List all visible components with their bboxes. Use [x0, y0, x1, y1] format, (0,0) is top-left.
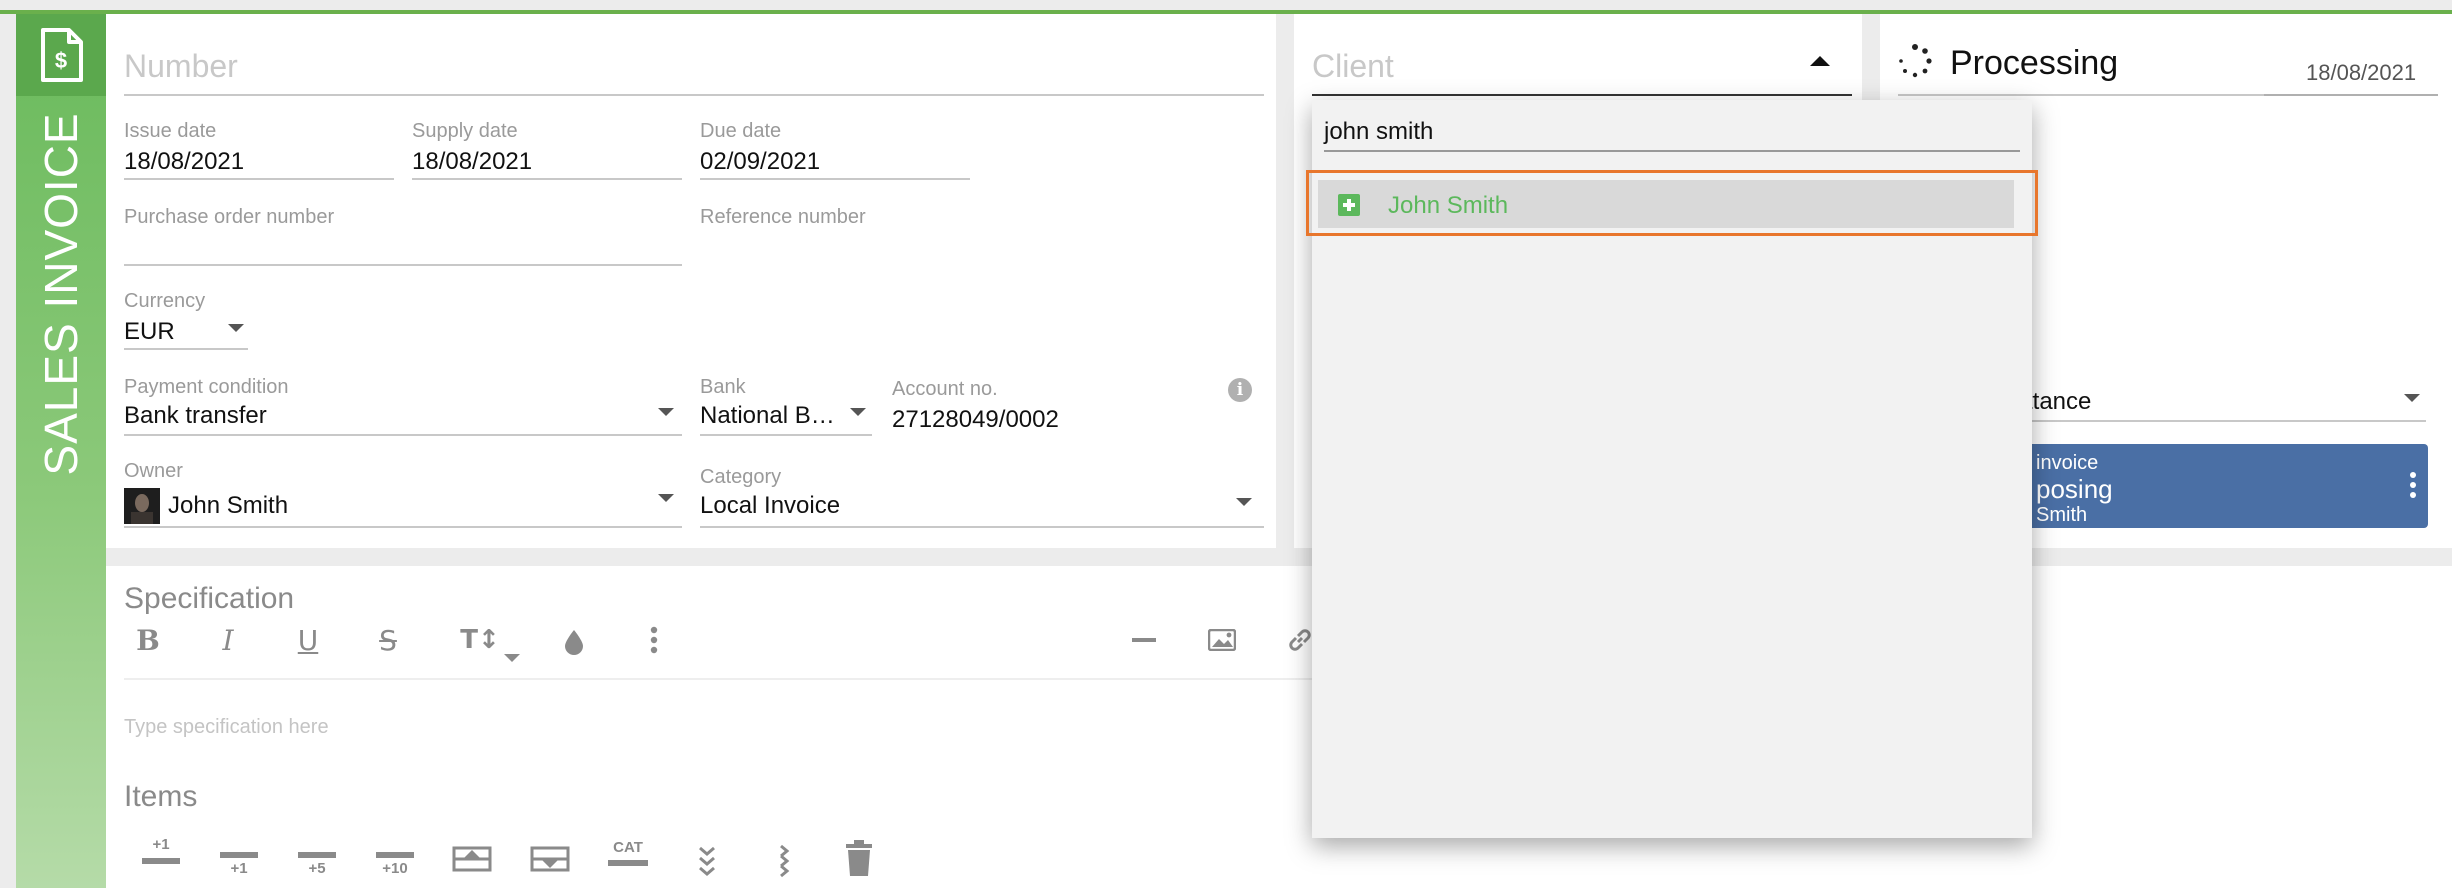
image-icon[interactable] [1200, 622, 1244, 658]
more-vertical-icon[interactable] [636, 622, 672, 658]
currency-label: Currency [124, 290, 206, 312]
payment-condition-label: Payment condition [124, 376, 289, 398]
bank-label: Bank [700, 376, 746, 398]
due-date-input[interactable]: 02/09/2021 [700, 148, 820, 176]
workflow-card[interactable]: invoice posing Smith [2026, 444, 2428, 528]
account-no-label: Account no. [892, 378, 998, 400]
sidebar-title: SALES INVOICE [35, 112, 87, 476]
po-number-label: Purchase order number [124, 206, 335, 228]
status-date: 18/08/2021 [2306, 60, 2417, 85]
workflow-card-type: invoice [2036, 452, 2099, 474]
status-select[interactable]: ttance [2026, 388, 2091, 416]
expand-columns-icon[interactable] [770, 842, 800, 878]
specification-editor[interactable]: Type specification here [124, 716, 329, 739]
owner-label: Owner [124, 460, 183, 482]
add-1-row-button[interactable]: +1 [220, 852, 258, 884]
spinner-icon [1898, 44, 1932, 78]
currency-select[interactable]: EUR [124, 318, 175, 346]
payment-condition-select[interactable]: Bank transfer [124, 402, 267, 430]
issue-date-label: Issue date [124, 120, 217, 142]
category-row-button[interactable]: CAT [608, 840, 648, 872]
supply-date-input[interactable]: 18/08/2021 [412, 148, 532, 176]
invoice-form-panel: Number Issue date 18/08/2021 Supply date… [106, 14, 1276, 548]
bank-chevron-down-icon[interactable] [850, 408, 866, 416]
color-drop-icon[interactable] [556, 624, 592, 660]
specification-title: Specification [124, 582, 295, 615]
horizontal-rule-icon[interactable] [1122, 622, 1166, 658]
items-title: Items [124, 780, 198, 813]
owner-chevron-down-icon[interactable] [658, 494, 674, 502]
text-size-chevron-down-icon[interactable] [504, 654, 520, 662]
status-chevron-down-icon[interactable] [2404, 394, 2420, 402]
trash-icon[interactable] [842, 840, 876, 878]
issue-date-input[interactable]: 18/08/2021 [124, 148, 244, 176]
due-date-label: Due date [700, 120, 782, 142]
text-size-icon[interactable]: T↕ [458, 622, 502, 658]
specification-panel: Specification B I U S T↕ Type specificat… [106, 566, 2452, 888]
bold-icon[interactable]: B [130, 622, 166, 658]
add-5-rows-button[interactable]: +5 [298, 852, 336, 884]
invoice-icon[interactable]: $ [16, 14, 106, 96]
number-input[interactable]: Number [124, 48, 238, 85]
chevron-up-icon[interactable] [1810, 56, 1830, 66]
bank-select[interactable]: National B… [700, 402, 835, 430]
status-title: Processing [1950, 44, 2119, 82]
category-label: Category [700, 466, 782, 488]
account-no-value: 27128049/0002 [892, 406, 1059, 433]
client-search-input[interactable]: john smith [1324, 118, 1433, 146]
owner-select[interactable]: John Smith [168, 492, 288, 520]
category-chevron-down-icon[interactable] [1236, 498, 1252, 506]
category-select[interactable]: Local Invoice [700, 492, 840, 520]
expand-rows-icon[interactable] [692, 842, 722, 878]
strikethrough-icon[interactable]: S [370, 622, 406, 658]
supply-date-label: Supply date [412, 120, 518, 142]
workflow-card-owner: Smith [2036, 504, 2088, 526]
currency-chevron-down-icon[interactable] [228, 324, 244, 332]
add-10-rows-button[interactable]: +10 [376, 852, 414, 884]
info-icon[interactable]: i [1228, 378, 1252, 402]
italic-icon[interactable]: I [210, 622, 246, 658]
reference-number-label: Reference number [700, 206, 866, 228]
move-row-down-icon[interactable] [530, 844, 570, 874]
sidebar: $ SALES INVOICE [16, 14, 106, 888]
workflow-card-stage: posing [2036, 474, 2113, 504]
kebab-menu-icon[interactable] [2410, 472, 2416, 500]
payment-condition-chevron-down-icon[interactable] [658, 408, 674, 416]
avatar [124, 488, 160, 524]
move-row-up-icon[interactable] [452, 844, 492, 874]
highlight-annotation [1306, 170, 2038, 236]
svg-text:$: $ [55, 48, 67, 73]
add-row-above-button[interactable]: +1 [142, 837, 180, 870]
underline-icon[interactable]: U [290, 622, 326, 658]
client-select[interactable]: Client [1312, 48, 1394, 85]
